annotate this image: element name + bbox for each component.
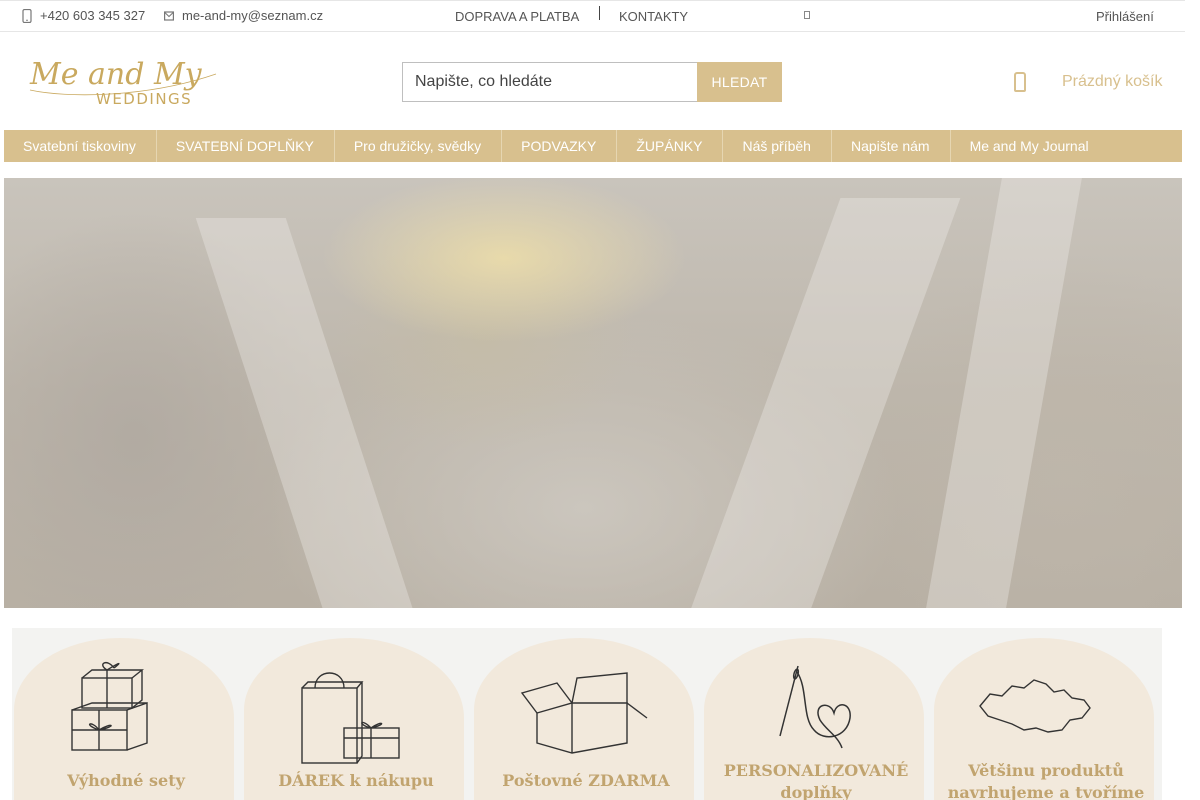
nav-item-napiste-nam[interactable]: Napište nám [832, 130, 951, 162]
nav-item-pro-druzicky[interactable]: Pro družičky, svědky [335, 130, 503, 162]
feature-free-shipping[interactable]: Poštovné ZDARMA [472, 628, 700, 800]
search-input[interactable] [402, 62, 697, 102]
nav-item-journal[interactable]: Me and My Journal [951, 130, 1109, 162]
hero-veil-shade [687, 198, 961, 608]
nav-item-zupanky[interactable]: ŽUPÁNKY [617, 130, 724, 162]
hero-veil-shade [926, 178, 1082, 608]
feature-title: Výhodné sety [67, 771, 185, 790]
feature-subtitle: navrhujeme a tvoříme [947, 783, 1145, 800]
feature-title: Většinu produktů [968, 761, 1124, 780]
nav-item-podvazky[interactable]: PODVAZKY [502, 130, 618, 162]
feature-title: Poštovné ZDARMA [502, 771, 670, 790]
phone-number[interactable]: +420 603 345 327 [40, 8, 145, 23]
feature-made-in-cz[interactable]: Většinu produktů navrhujeme a tvoříme [932, 628, 1160, 800]
search-button[interactable]: HLEDAT [697, 62, 782, 102]
logo-script-text: Me and My [29, 57, 203, 92]
hero-banner-image[interactable] [4, 178, 1182, 608]
nav-item-svatebni-tiskoviny[interactable]: Svatební tiskoviny [4, 130, 157, 162]
mail-icon [164, 9, 175, 23]
login-link[interactable]: Přihlášení [1096, 9, 1154, 24]
hero-veil-shade [195, 218, 423, 608]
search-bar: HLEDAT [402, 62, 782, 102]
feature-title: PERSONALIZOVANÉ [723, 761, 909, 780]
feature-subtitle: doplňky [780, 783, 852, 800]
cart-label[interactable]: Prázdný košík [1062, 73, 1162, 91]
shopping-bag-gift-icon [301, 672, 400, 764]
phone-contact[interactable]: +420 603 345 327 [22, 8, 145, 23]
email-address[interactable]: me-and-my@seznam.cz [182, 8, 323, 23]
phone-icon [22, 8, 32, 23]
site-logo[interactable]: Me and My WEDDINGS [26, 54, 222, 108]
feature-personalized[interactable]: PERSONALIZOVANÉ doplňky [702, 628, 930, 800]
language-icon[interactable] [804, 11, 810, 19]
email-contact[interactable]: me-and-my@seznam.cz [164, 8, 323, 23]
feature-title: DÁREK k nákupu [278, 771, 434, 790]
feature-gift[interactable]: DÁREK k nákupu [242, 628, 470, 800]
topbar-divider [599, 6, 600, 20]
feature-sets[interactable]: Výhodné sety [12, 628, 240, 800]
shopping-bag-icon [1014, 72, 1026, 92]
features-strip: Výhodné sety DÁREK k nákupu Poštovné ZDA… [12, 628, 1162, 800]
cart[interactable]: Prázdný košík [1014, 72, 1162, 92]
shipping-payment-link[interactable]: DOPRAVA A PLATBA [455, 9, 579, 24]
logo-caps-text: WEDDINGS [96, 90, 192, 108]
top-bar: +420 603 345 327 me-and-my@seznam.cz DOP… [0, 0, 1185, 32]
needle-thread-icon [779, 665, 851, 749]
main-navigation: Svatební tiskoviny SVATEBNÍ DOPLŇKY Pro … [4, 130, 1182, 162]
czech-map-icon [979, 679, 1091, 733]
contacts-link[interactable]: KONTAKTY [619, 9, 688, 24]
nav-item-svatebni-doplnky[interactable]: SVATEBNÍ DOPLŇKY [157, 130, 335, 162]
gift-boxes-icon [71, 661, 148, 751]
nav-item-nas-pribeh[interactable]: Náš příběh [723, 130, 832, 162]
open-box-icon [520, 672, 648, 754]
